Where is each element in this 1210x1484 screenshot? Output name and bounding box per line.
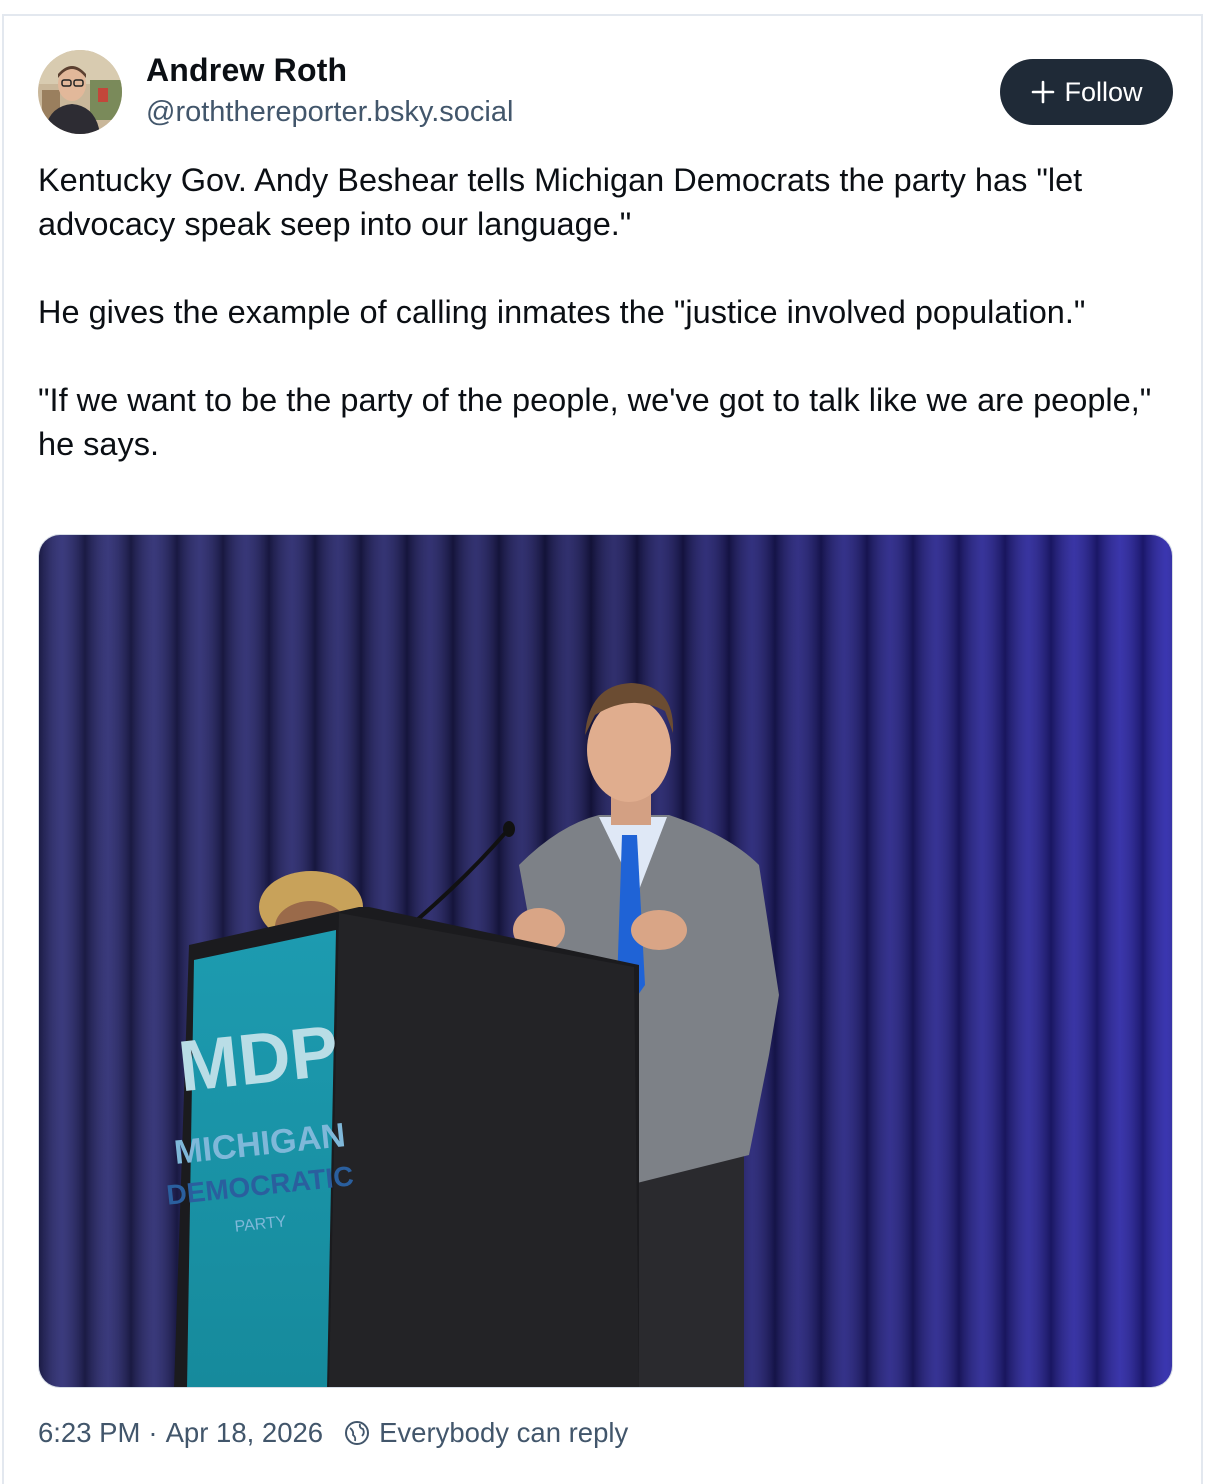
avatar-image [38, 50, 122, 134]
globe-reply-icon [345, 1421, 370, 1445]
author-name[interactable]: Andrew Roth [146, 52, 347, 89]
post-paragraph: He gives the example of calling inmates … [38, 294, 1086, 330]
post-date[interactable]: Apr 18, 2026 [166, 1417, 323, 1449]
post-meta: 6:23 PM · Apr 18, 2026 Everybody can rep… [38, 1417, 628, 1449]
follow-button-label: Follow [1064, 76, 1143, 107]
post-text: Kentucky Gov. Andy Beshear tells Michiga… [38, 158, 1173, 466]
podium-logo: MDP [175, 1011, 342, 1107]
post-time[interactable]: 6:23 PM [38, 1417, 140, 1449]
post-card: Andrew Roth @roththereporter.bsky.social… [2, 14, 1203, 1484]
reply-setting[interactable]: Everybody can reply [379, 1417, 628, 1449]
post-image[interactable]: MDP MICHIGAN DEMOCRATIC PARTY [38, 534, 1173, 1388]
avatar[interactable] [38, 50, 122, 134]
post-paragraph: Kentucky Gov. Andy Beshear tells Michiga… [38, 162, 1083, 242]
meta-separator: · [148, 1417, 158, 1448]
follow-button[interactable]: Follow [1000, 59, 1173, 125]
post-photo: MDP MICHIGAN DEMOCRATIC PARTY [39, 535, 1172, 1387]
post-paragraph: "If we want to be the party of the peopl… [38, 382, 1152, 462]
plus-icon [1032, 80, 1055, 104]
author-handle[interactable]: @roththereporter.bsky.social [146, 96, 513, 129]
